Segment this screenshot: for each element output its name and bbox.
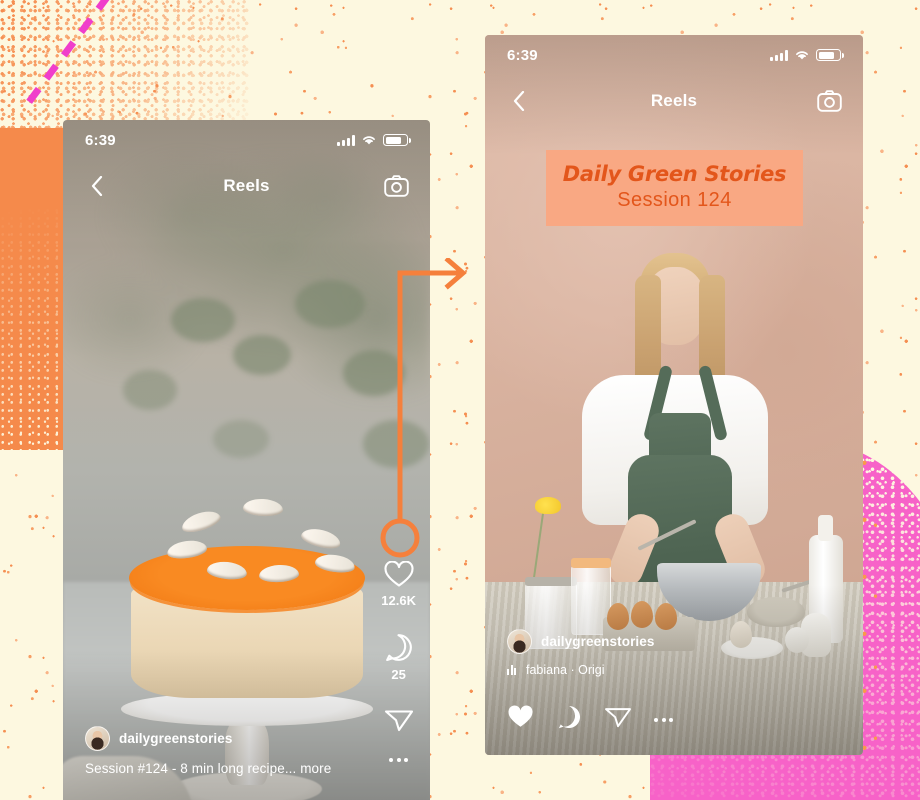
egg [607, 603, 629, 630]
avatar [85, 726, 110, 751]
comment-button[interactable] [556, 704, 582, 735]
title-card: Daily Green Stories Session 124 [546, 150, 803, 226]
back-button[interactable] [505, 87, 533, 115]
eucalyptus-leaf [233, 335, 291, 375]
heart-icon [384, 561, 414, 587]
eucalyptus-leaf [213, 420, 269, 458]
status-bar: 6:39 [485, 35, 863, 75]
post-author[interactable]: dailygreenstories [507, 629, 847, 654]
battery-icon [383, 134, 411, 146]
camera-button[interactable] [382, 172, 410, 200]
eucalyptus-leaf [295, 280, 365, 328]
battery-icon [816, 49, 844, 61]
orange-block-decor [0, 128, 63, 450]
egg [655, 603, 677, 630]
arrow-origin-circle [380, 518, 420, 558]
post-author[interactable]: dailygreenstories [85, 726, 414, 751]
comment-button[interactable]: 25 [384, 633, 413, 682]
chevron-left-icon [91, 176, 103, 196]
jar-fabric-lid [571, 558, 611, 568]
comment-icon [386, 634, 412, 662]
bottle-neck [818, 515, 833, 541]
audio-label: fabiana · Origi [526, 663, 605, 677]
eucalyptus-leaf [123, 370, 177, 410]
username: dailygreenstories [541, 634, 655, 649]
status-time: 6:39 [85, 131, 116, 149]
share-icon [605, 708, 631, 728]
like-button[interactable]: 12.6K [381, 561, 416, 608]
signal-bars-icon [770, 49, 788, 61]
arrow-line [397, 270, 460, 521]
share-button[interactable] [604, 705, 632, 734]
status-time: 6:39 [507, 46, 538, 64]
nav-bar: Reels [63, 162, 430, 210]
username: dailygreenstories [119, 731, 233, 746]
magenta-dashed-line-icon [23, 0, 110, 109]
wifi-icon [796, 51, 808, 60]
camera-icon [816, 90, 842, 112]
more-button[interactable] [654, 717, 673, 722]
title-card-line1: Daily Green Stories [562, 162, 787, 186]
signal-bars-icon [337, 134, 355, 146]
nav-title: Reels [650, 91, 698, 110]
status-indicators [337, 134, 411, 146]
nav-title: Reels [223, 176, 270, 195]
like-button[interactable] [507, 705, 534, 734]
audio-bars-icon [507, 665, 516, 675]
action-bar [507, 704, 673, 735]
audio-track[interactable]: fabiana · Origi [507, 663, 847, 677]
status-indicators [770, 49, 844, 61]
status-bar: 6:39 [63, 120, 430, 160]
eucalyptus-leaf [171, 298, 235, 342]
chevron-left-icon [513, 91, 525, 111]
grey-bowl [747, 597, 805, 627]
post-meta: dailygreenstories Session #124 - 8 min l… [85, 726, 414, 776]
more-icon [654, 717, 673, 722]
heart-icon [508, 705, 533, 727]
poster-canvas: 6:39 Reels 12.6K 25 dailygreenstories Se… [0, 0, 920, 800]
wifi-icon [363, 136, 375, 145]
jar-lid [525, 577, 577, 586]
phone-right-reels-screen: 6:39 Reels Daily Green Stories Session 1… [485, 35, 863, 755]
egg [631, 601, 653, 628]
phone-left-reels-screen: 6:39 Reels 12.6K 25 dailygreenstories Se… [63, 120, 430, 800]
comment-count: 25 [391, 667, 406, 682]
avatar [507, 629, 532, 654]
camera-button[interactable] [815, 87, 843, 115]
cake-photo [63, 120, 430, 800]
like-count: 12.6K [381, 593, 416, 608]
nav-bar: Reels [485, 77, 863, 125]
post-meta: dailygreenstories fabiana · Origi [507, 629, 847, 677]
comment-icon [558, 705, 580, 729]
camera-icon [383, 175, 409, 197]
post-caption[interactable]: Session #124 - 8 min long recipe... more [85, 761, 414, 776]
title-card-line2: Session 124 [617, 189, 732, 211]
back-button[interactable] [83, 172, 111, 200]
flow-arrow-annotation [380, 258, 467, 558]
yellow-daffodil [535, 497, 561, 514]
